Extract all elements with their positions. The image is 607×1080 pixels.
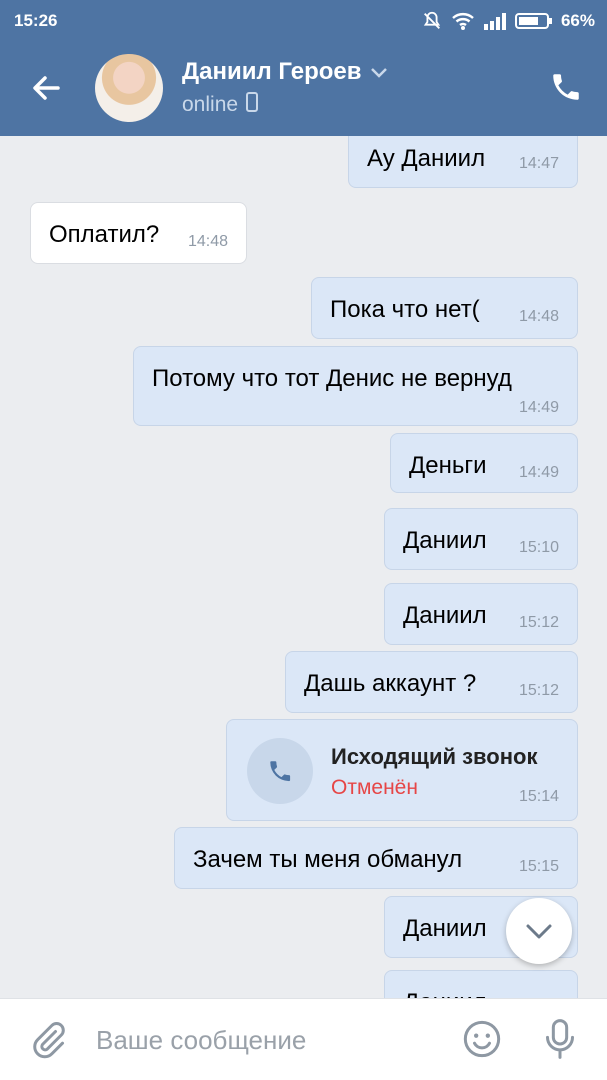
contact-name-row[interactable]: Даниил Героев [182, 58, 388, 86]
message-time: 14:49 [518, 464, 559, 481]
message-bubble[interactable]: Ау Даниил 14:47 [348, 136, 578, 188]
message-bubble[interactable]: Пока что нет( 14:48 [311, 277, 578, 339]
mute-icon [421, 10, 443, 32]
message-input[interactable] [96, 1021, 436, 1059]
wifi-icon [451, 11, 475, 31]
message-time: 14:48 [187, 233, 228, 250]
back-arrow-icon[interactable] [28, 70, 64, 106]
message-time: 15:12 [518, 682, 559, 699]
signal-icon [483, 12, 507, 30]
message-text: Оплатил? [49, 221, 160, 248]
message-bubble[interactable]: Оплатил? 14:48 [30, 202, 247, 264]
message-composer [0, 998, 607, 1080]
battery-icon [514, 12, 553, 30]
message-text: Даниил [403, 915, 487, 942]
message-text: Даниил [403, 602, 487, 629]
message-text: Ау Даниил [367, 145, 486, 172]
emoji-icon[interactable] [462, 1019, 502, 1059]
message-bubble[interactable]: Даниил [384, 970, 578, 998]
message-time: 14:49 [518, 399, 559, 416]
call-message[interactable]: Исходящий звонок Отменён 15:14 [226, 719, 578, 821]
call-status: Отменён [331, 776, 418, 799]
message-bubble[interactable]: Даниил 15:12 [384, 583, 578, 645]
call-title: Исходящий звонок [331, 744, 538, 769]
status-bar: 15:26 66% [0, 0, 607, 40]
contact-status-row: online [182, 92, 259, 118]
message-text: Дашь аккаунт ? [304, 670, 477, 697]
contact-avatar[interactable] [95, 54, 163, 122]
contact-name: Даниил Героев [182, 58, 362, 85]
message-text: Даниил [403, 527, 487, 554]
message-time: 14:48 [518, 308, 559, 325]
chat-header: Даниил Героев online [0, 40, 607, 136]
phone-icon[interactable] [549, 70, 583, 104]
message-text: Потому что тот Денис не вернуд [152, 365, 512, 392]
mobile-icon [246, 92, 259, 118]
message-time: 15:10 [518, 539, 559, 556]
message-time: 15:12 [518, 614, 559, 631]
battery-percent: 66% [560, 11, 595, 30]
scroll-down-button[interactable] [506, 898, 572, 964]
message-list[interactable]: Ау Даниил 14:47 Оплатил? 14:48 Пока что … [0, 136, 607, 998]
status-time: 15:26 [14, 11, 58, 30]
message-text: Даниил [403, 989, 487, 998]
message-time: 15:15 [518, 858, 559, 875]
message-time: 14:47 [518, 155, 559, 172]
chevron-down-icon [506, 924, 572, 968]
message-bubble[interactable]: Дашь аккаунт ? 15:12 [285, 651, 578, 713]
contact-status: online [182, 93, 239, 116]
microphone-icon[interactable] [540, 1017, 580, 1061]
message-text: Зачем ты меня обманул [193, 846, 463, 873]
chevron-down-icon [370, 58, 388, 86]
paperclip-icon[interactable] [28, 1019, 68, 1059]
message-bubble[interactable]: Потому что тот Денис не вернуд 14:49 [133, 346, 578, 426]
message-text: Деньги [409, 452, 487, 479]
message-time: 15:14 [518, 788, 559, 805]
message-bubble[interactable]: Зачем ты меня обманул 15:15 [174, 827, 578, 889]
message-text: Пока что нет( [330, 296, 480, 323]
message-bubble[interactable]: Даниил 15:10 [384, 508, 578, 570]
call-icon-circle [247, 738, 313, 804]
message-bubble[interactable]: Деньги 14:49 [390, 433, 578, 493]
